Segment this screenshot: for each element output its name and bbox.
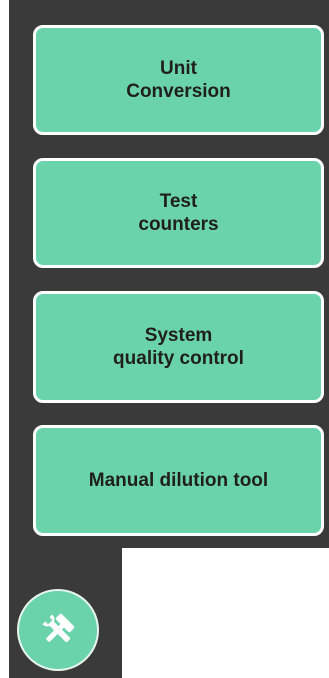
manual-dilution-tool-label: Manual dilution tool (88, 470, 269, 491)
system-quality-control-label: System quality control (113, 325, 244, 369)
menu-panel: Unit Conversion Test counters System qua… (9, 0, 329, 548)
tools-panel (9, 548, 122, 678)
system-quality-control-button[interactable]: System quality control (33, 291, 324, 403)
unit-conversion-label: Unit Conversion (126, 58, 231, 102)
tools-button[interactable] (19, 591, 97, 669)
test-counters-button[interactable]: Test counters (33, 158, 324, 268)
test-counters-label: Test counters (138, 191, 219, 235)
screen: Unit Conversion Test counters System qua… (0, 0, 329, 678)
manual-dilution-tool-button[interactable]: Manual dilution tool (33, 425, 324, 536)
tools-icon (42, 613, 75, 643)
unit-conversion-button[interactable]: Unit Conversion (33, 25, 324, 135)
